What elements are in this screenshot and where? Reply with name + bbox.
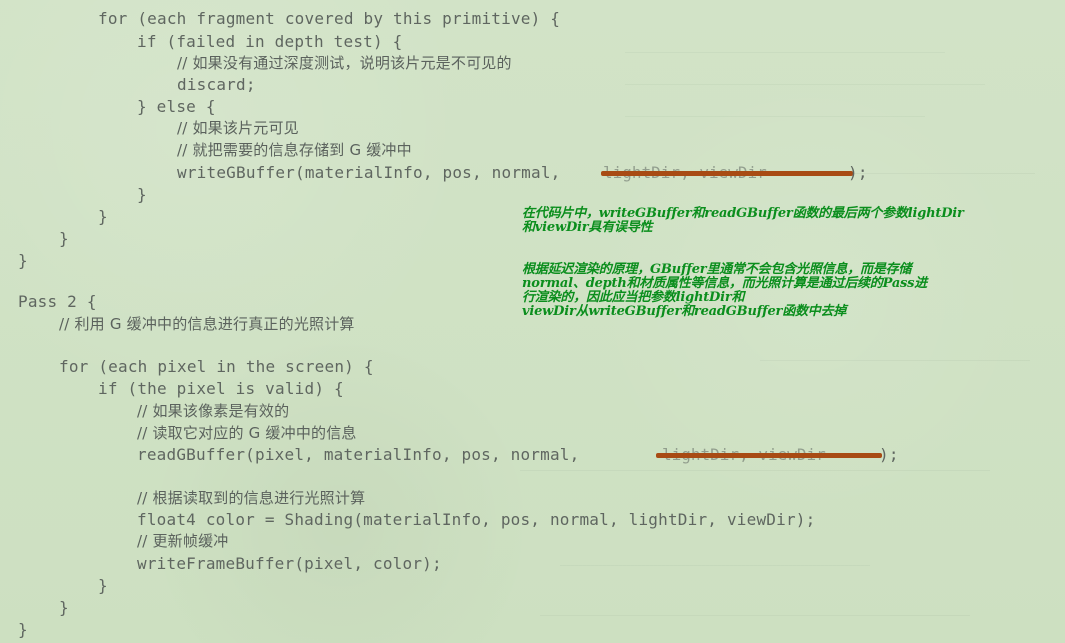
code-line-25: } [59, 598, 69, 617]
document-page: for (each fragment covered by this primi… [0, 0, 1065, 643]
code-line-15: for (each pixel in the screen) { [59, 357, 374, 376]
annotation-note-2-line-1: 根据延迟渲染的原理，GBuffer里通常不会包含光照信息，而是存储 [522, 262, 912, 277]
annotation-note-2-line-2: normal、depth和材质属性等信息，而光照计算是通过后续的Pass进 [522, 276, 928, 291]
code-line-24: } [98, 576, 108, 595]
code-line-22: // 更新帧缓冲 [137, 532, 229, 550]
ghost-line [760, 360, 1030, 361]
ghost-line [520, 470, 990, 471]
code-line-04: discard; [177, 75, 256, 94]
code-line-20: // 根据读取到的信息进行光照计算 [137, 489, 366, 507]
strike-line-19 [656, 453, 882, 458]
code-line-05: } else { [137, 97, 216, 116]
code-line-12: } [18, 251, 28, 270]
code-line-08-suffix: ); [848, 163, 868, 182]
annotation-note-2-line-4: viewDir从writeGBuffer和readGBuffer函数中去掉 [522, 304, 847, 319]
code-line-01: for (each fragment covered by this primi… [98, 9, 561, 28]
code-line-07: // 就把需要的信息存储到 G 缓冲中 [177, 141, 412, 159]
code-line-13: Pass 2 { [18, 292, 97, 311]
code-line-10: } [98, 207, 108, 226]
strike-line-08 [601, 171, 853, 176]
code-line-21: float4 color = Shading(materialInfo, pos… [137, 510, 816, 529]
code-line-09: } [137, 185, 147, 204]
annotation-note-2-line-3: 行渲染的，因此应当把参数lightDir和 [522, 290, 745, 305]
code-line-06: // 如果该片元可见 [177, 119, 299, 137]
code-line-23: writeFrameBuffer(pixel, color); [137, 554, 442, 573]
ghost-line [560, 565, 870, 566]
ghost-line [625, 52, 945, 53]
code-line-08-prefix: writeGBuffer(materialInfo, pos, normal, [177, 163, 561, 182]
code-line-11: } [59, 229, 69, 248]
annotation-note-1-line-2: 和viewDir具有误导性 [522, 220, 653, 235]
code-line-14: // 利用 G 缓冲中的信息进行真正的光照计算 [59, 315, 355, 333]
code-line-17: // 如果该像素是有效的 [137, 402, 290, 420]
code-line-16: if (the pixel is valid) { [98, 379, 344, 398]
code-line-03: // 如果没有通过深度测试，说明该片元是不可见的 [177, 54, 512, 72]
code-line-18: // 读取它对应的 G 缓冲中的信息 [137, 424, 357, 442]
code-line-02: if (failed in depth test) { [137, 32, 403, 51]
ghost-line [625, 84, 985, 85]
annotation-note-1-line-1: 在代码片中，writeGBuffer和readGBuffer函数的最后两个参数l… [522, 206, 964, 221]
code-line-19-suffix: ); [879, 445, 899, 464]
ghost-line [625, 116, 925, 117]
ghost-line [540, 615, 970, 616]
code-line-19-prefix: readGBuffer(pixel, materialInfo, pos, no… [137, 445, 580, 464]
code-line-26: } [18, 620, 28, 639]
